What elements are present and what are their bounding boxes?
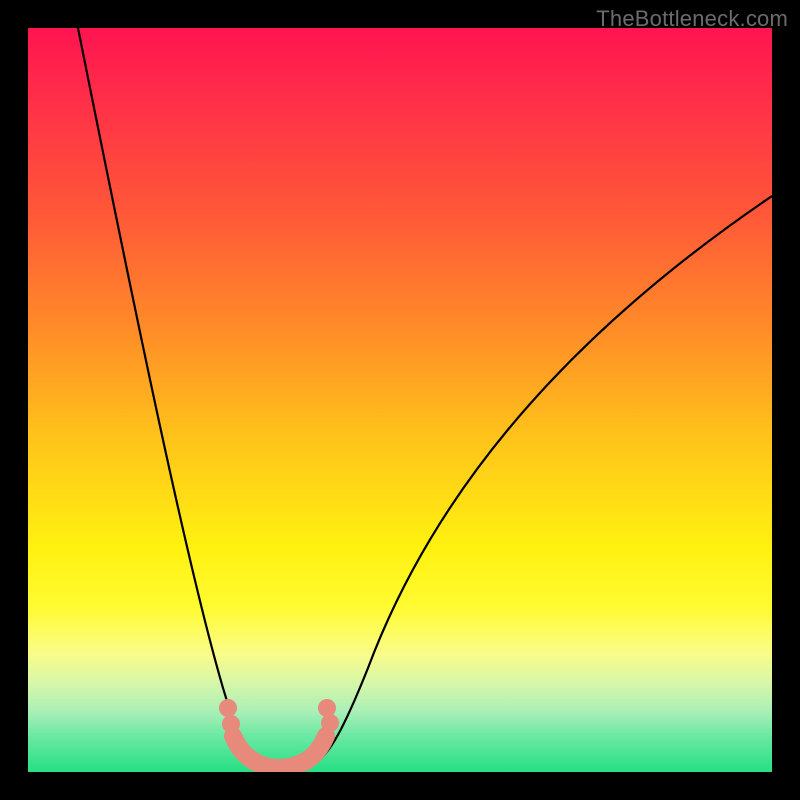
marker-dot xyxy=(219,699,237,717)
watermark-text: TheBottleneck.com xyxy=(596,6,788,32)
chart-svg xyxy=(28,28,772,772)
optimal-zone-marker xyxy=(233,736,326,768)
marker-dot xyxy=(222,715,240,733)
marker-dot xyxy=(318,699,336,717)
chart-plot-area xyxy=(28,28,772,772)
marker-dot xyxy=(321,714,339,732)
bottleneck-curve xyxy=(78,28,772,771)
